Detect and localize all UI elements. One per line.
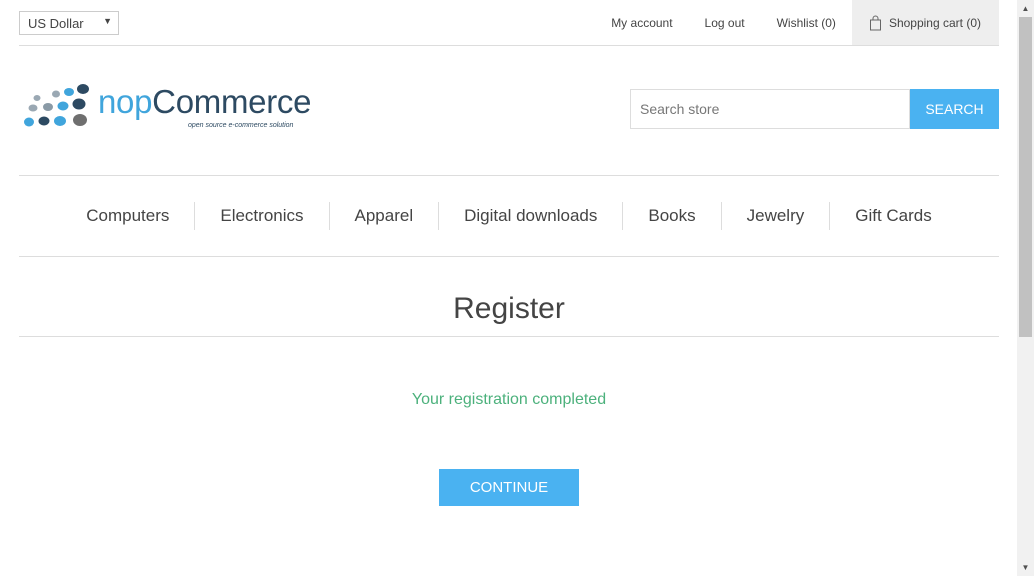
currency-value: US Dollar <box>28 16 84 31</box>
store-logo[interactable]: nopCommerce open source e-commerce solut… <box>23 80 323 136</box>
dropdown-arrow-icon: ▼ <box>103 16 112 26</box>
top-menu: Computers Electronics Apparel Digital do… <box>19 176 999 257</box>
scroll-down-arrow-icon[interactable]: ▼ <box>1017 559 1034 576</box>
menu-item-computers[interactable]: Computers <box>61 202 194 230</box>
shopping-cart-link[interactable]: Shopping cart (0) <box>851 0 999 45</box>
header-upper: nopCommerce open source e-commerce solut… <box>19 46 999 176</box>
vertical-scrollbar[interactable]: ▲ ▼ <box>1017 0 1034 576</box>
wishlist-link[interactable]: Wishlist (0) <box>777 16 836 30</box>
continue-button-wrapper: CONTINUE <box>19 469 999 506</box>
shopping-bag-icon <box>869 15 881 30</box>
logo-wordmark: nopCommerce <box>98 83 312 120</box>
search-input[interactable] <box>630 89 910 129</box>
scroll-up-arrow-icon[interactable]: ▲ <box>1017 0 1034 17</box>
menu-item-apparel[interactable]: Apparel <box>328 202 439 230</box>
page-title: Register <box>19 257 999 337</box>
menu-item-gift-cards[interactable]: Gift Cards <box>829 202 957 230</box>
search-button[interactable]: SEARCH <box>910 89 999 129</box>
page: US Dollar ▼ My account Log out Wishlist … <box>19 0 999 506</box>
logo-tagline: open source e-commerce solution <box>188 122 294 129</box>
menu-item-electronics[interactable]: Electronics <box>194 202 328 230</box>
log-out-link[interactable]: Log out <box>705 16 745 30</box>
shopping-cart-label: Shopping cart (0) <box>888 15 981 30</box>
menu-item-digital-downloads[interactable]: Digital downloads <box>438 202 622 230</box>
search-box: SEARCH <box>630 89 999 129</box>
scrollbar-thumb[interactable] <box>1019 17 1032 337</box>
header-links: My account Log out Wishlist (0) Shopping… <box>611 0 999 45</box>
my-account-link[interactable]: My account <box>611 16 672 30</box>
logo-dots-icon <box>24 84 89 127</box>
continue-button[interactable]: CONTINUE <box>439 469 579 506</box>
header-links-bar: US Dollar ▼ My account Log out Wishlist … <box>19 0 999 46</box>
menu-item-books[interactable]: Books <box>622 202 720 230</box>
registration-result-message: Your registration completed <box>411 391 607 408</box>
currency-selector[interactable]: US Dollar ▼ <box>19 11 119 35</box>
menu-item-jewelry[interactable]: Jewelry <box>720 202 830 230</box>
